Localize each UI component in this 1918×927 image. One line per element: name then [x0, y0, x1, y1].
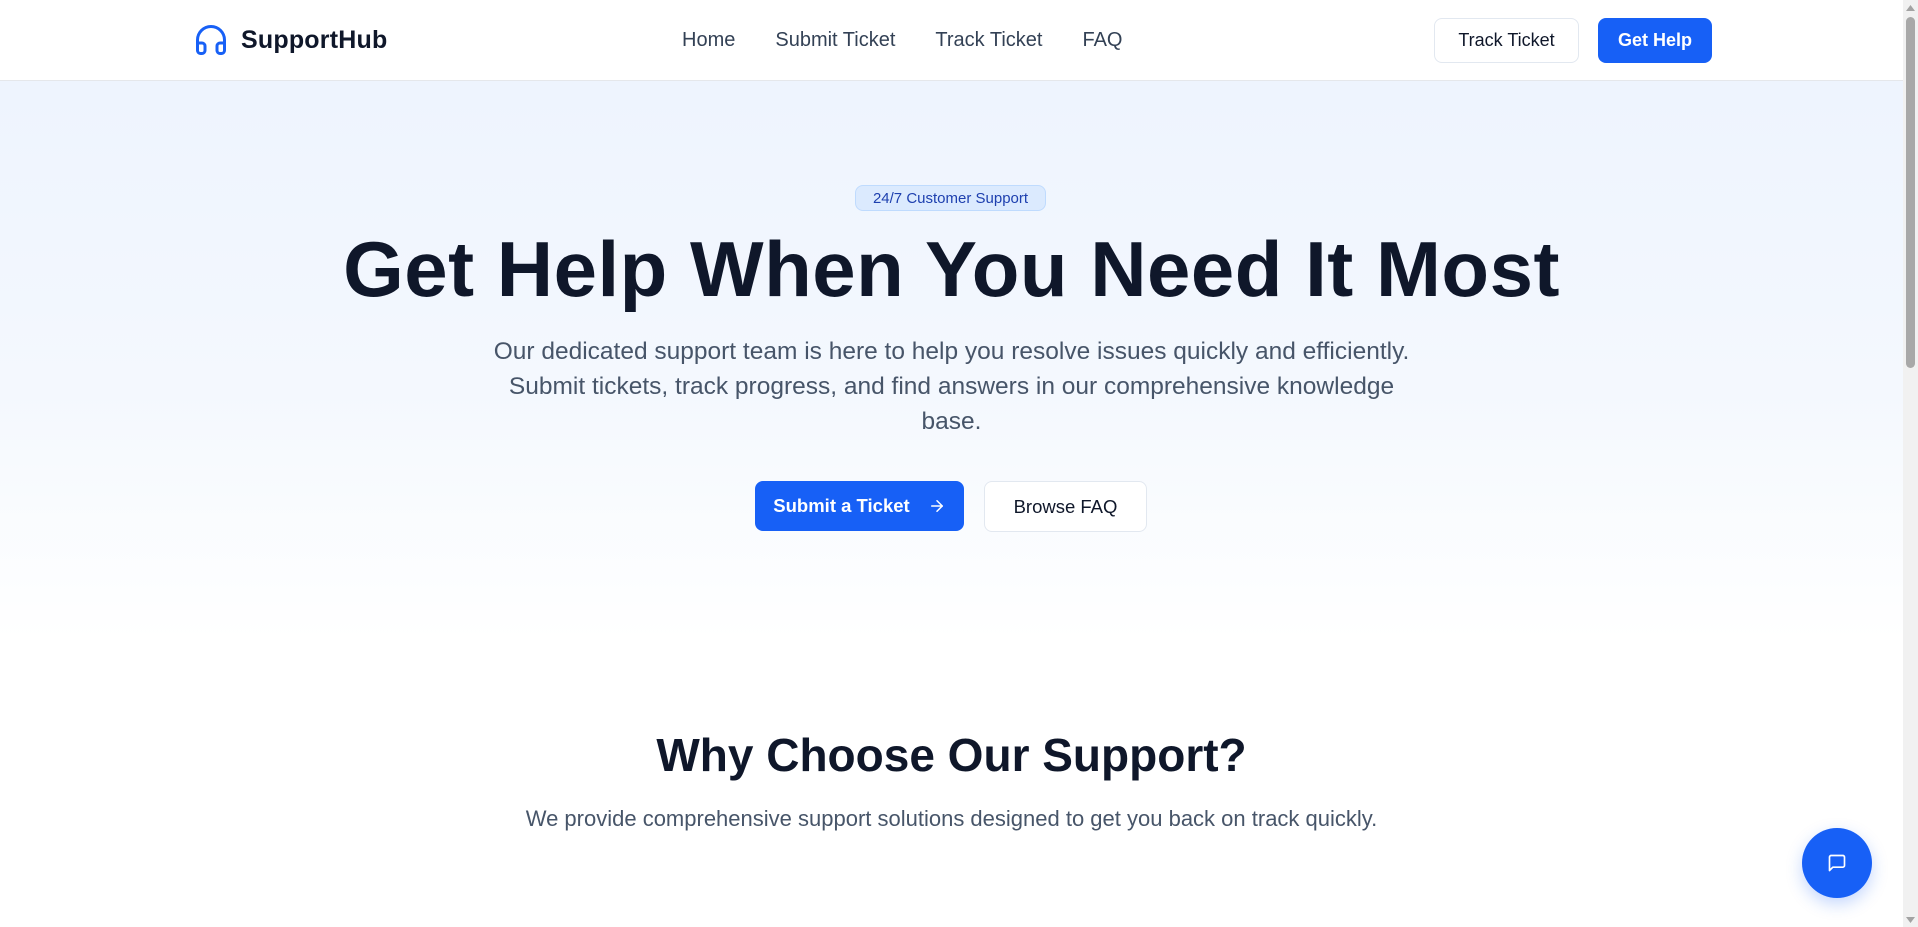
- page: SupportHub Home Submit Ticket Track Tick…: [0, 0, 1903, 927]
- scroll-up-arrow-icon[interactable]: [1903, 0, 1918, 15]
- nav-link-home[interactable]: Home: [682, 26, 735, 54]
- submit-ticket-label: Submit a Ticket: [773, 495, 910, 516]
- headphones-icon: [193, 22, 229, 58]
- features-subtitle: We provide comprehensive support solutio…: [525, 806, 1378, 831]
- track-ticket-button[interactable]: Track Ticket: [1434, 18, 1579, 63]
- chat-bubble-icon: [1827, 853, 1847, 873]
- page-scrollbar[interactable]: [1903, 0, 1918, 927]
- hero-section: 24/7 Customer Support Get Help When You …: [0, 81, 1903, 641]
- get-help-button[interactable]: Get Help: [1598, 18, 1712, 63]
- chat-widget-button[interactable]: [1802, 828, 1872, 898]
- nav-link-submit-ticket[interactable]: Submit Ticket: [775, 26, 895, 54]
- main-nav: Home Submit Ticket Track Ticket FAQ: [682, 26, 1122, 54]
- brand-name: SupportHub: [241, 25, 388, 54]
- features-title: Why Choose Our Support?: [656, 729, 1247, 781]
- hero-subtitle: Our dedicated support team is here to he…: [493, 338, 1410, 435]
- browse-faq-button[interactable]: Browse FAQ: [984, 481, 1147, 532]
- submit-ticket-button[interactable]: Submit a Ticket: [755, 481, 964, 531]
- arrow-right-icon: [928, 497, 946, 515]
- support-badge: 24/7 Customer Support: [855, 185, 1046, 211]
- brand-logo[interactable]: SupportHub: [193, 22, 387, 58]
- nav-link-faq[interactable]: FAQ: [1082, 26, 1122, 54]
- nav-link-track-ticket[interactable]: Track Ticket: [935, 26, 1042, 54]
- scrollbar-thumb[interactable]: [1906, 17, 1915, 368]
- scroll-down-arrow-icon[interactable]: [1903, 912, 1918, 927]
- hero-title: Get Help When You Need It Most: [343, 225, 1560, 313]
- site-header: SupportHub Home Submit Ticket Track Tick…: [0, 0, 1903, 81]
